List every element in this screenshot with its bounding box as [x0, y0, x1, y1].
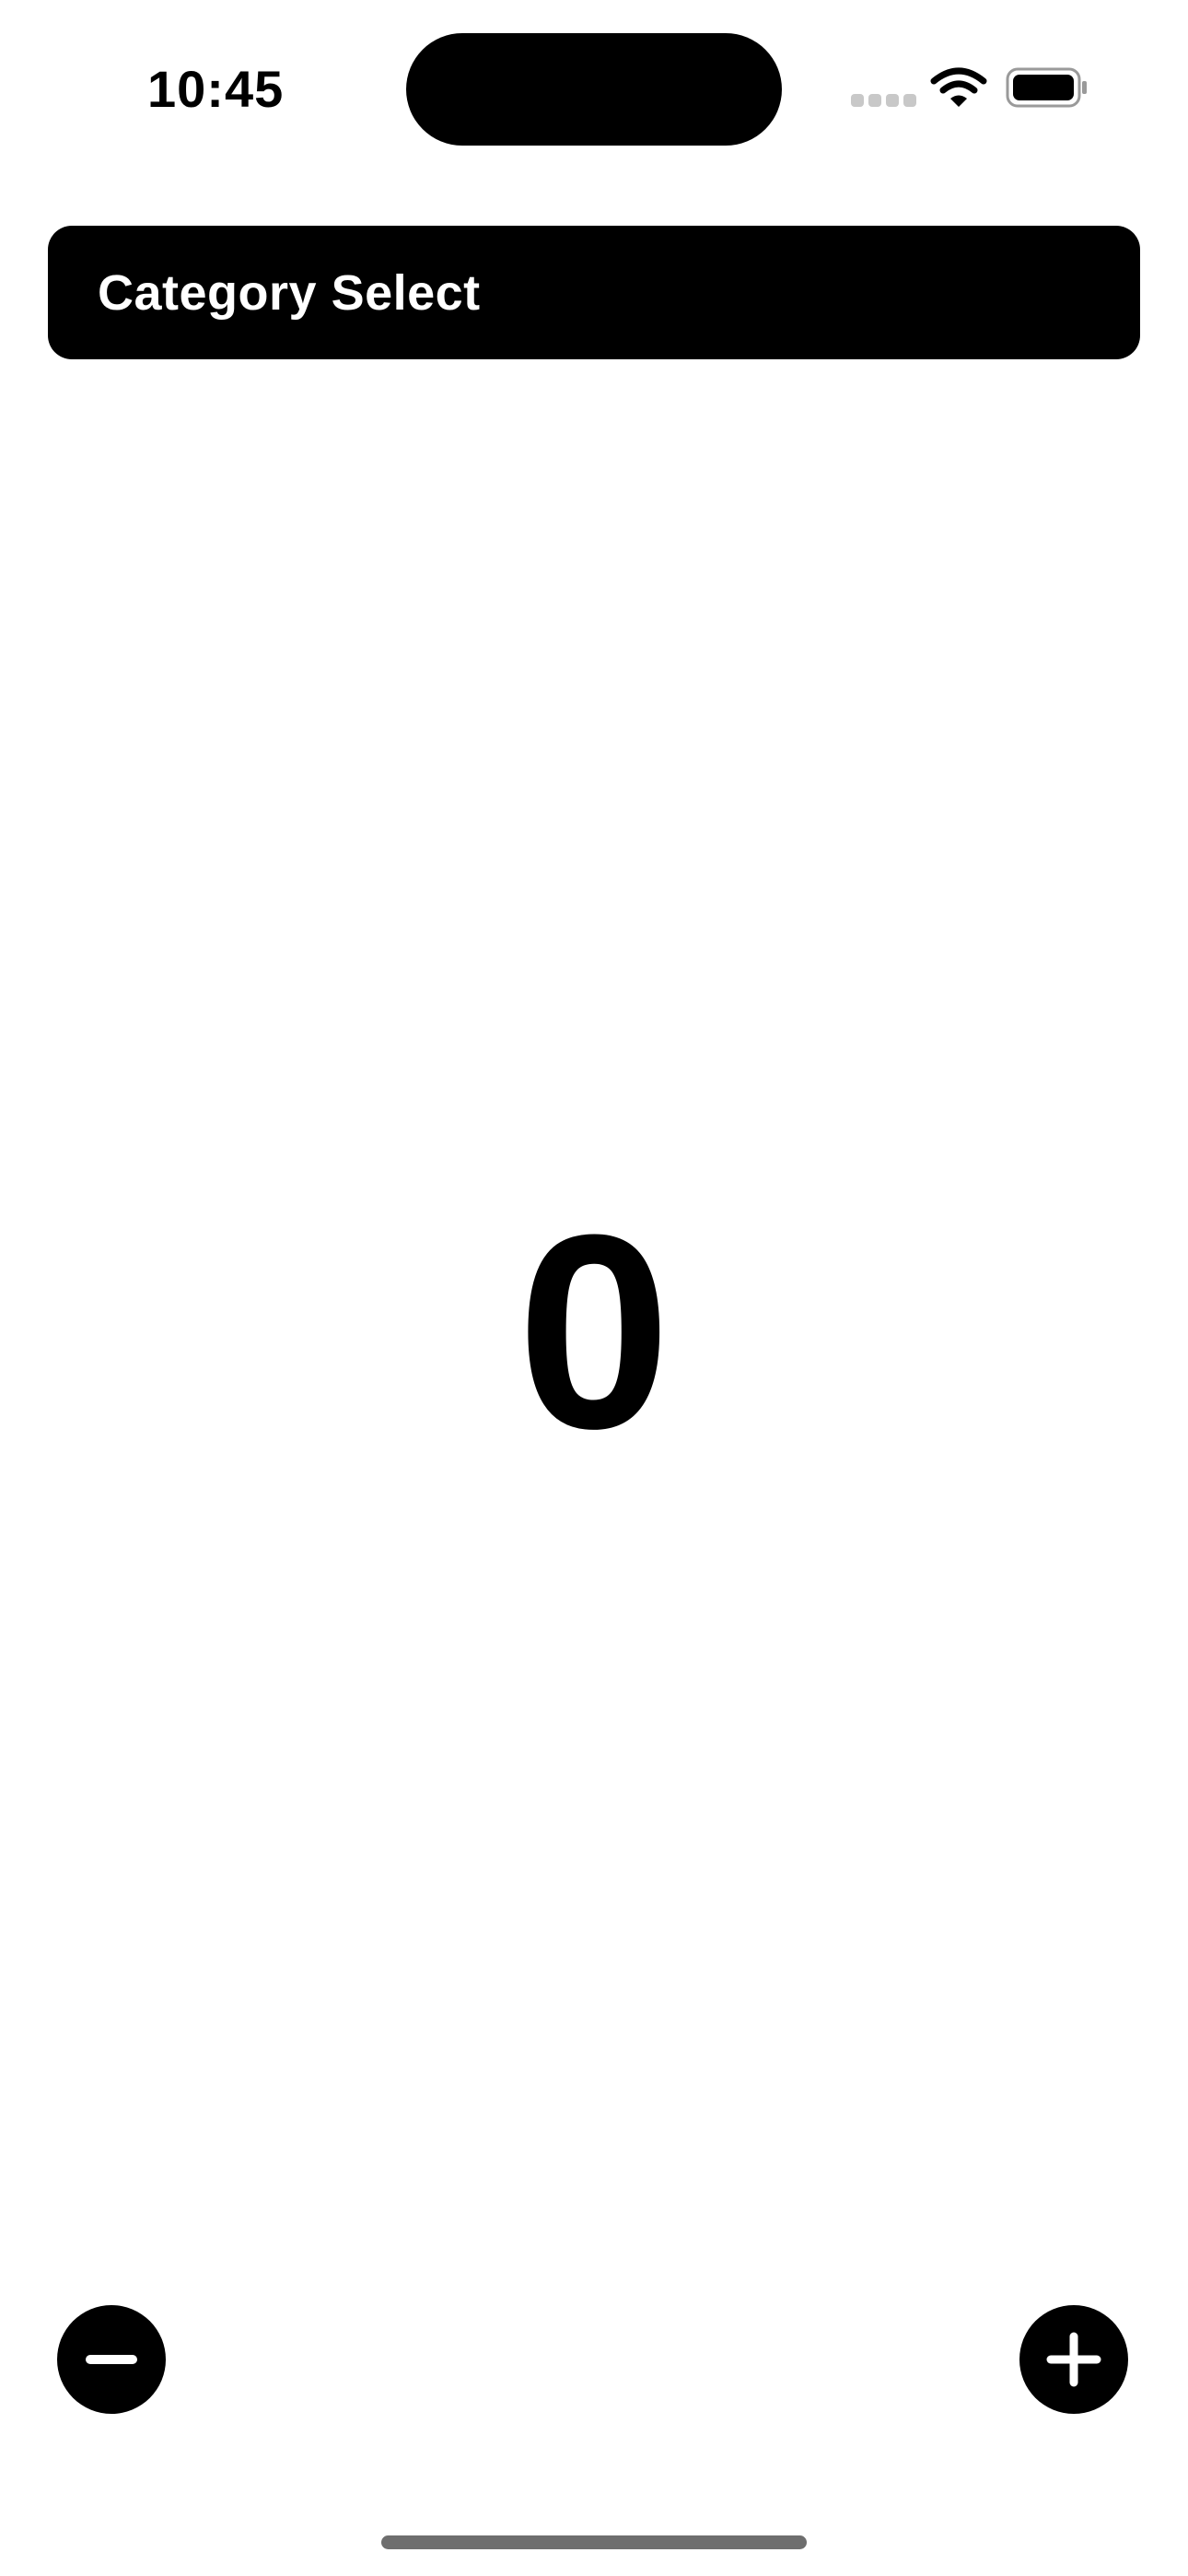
plus-icon — [1046, 2332, 1101, 2387]
counter-value: 0 — [517, 1177, 671, 1486]
category-select-label: Category Select — [98, 264, 481, 321]
minus-icon — [86, 2355, 137, 2364]
wifi-icon — [930, 67, 987, 107]
dynamic-island — [406, 33, 782, 146]
battery-icon — [1006, 67, 1087, 108]
category-select-button[interactable]: Category Select — [48, 226, 1140, 359]
decrement-button[interactable] — [57, 2305, 166, 2414]
cellular-signal-icon — [851, 94, 916, 109]
increment-button[interactable] — [1019, 2305, 1128, 2414]
home-indicator[interactable] — [381, 2535, 807, 2549]
status-time: 10:45 — [147, 60, 285, 118]
